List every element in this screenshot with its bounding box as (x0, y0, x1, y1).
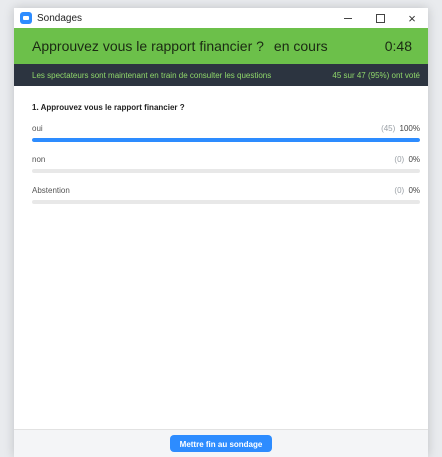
result-bar-fill (32, 138, 420, 142)
answer-row-non: non (0) 0% (32, 155, 420, 173)
answer-stats: (0) 0% (394, 186, 420, 195)
answer-percent: 100% (399, 124, 420, 133)
answer-row-oui: oui (45) 100% (32, 124, 420, 142)
answer-label: oui (32, 124, 43, 133)
answer-stats: (0) 0% (394, 155, 420, 164)
close-button[interactable]: × (396, 8, 428, 28)
title-bar: Sondages × (14, 8, 428, 28)
answer-percent: 0% (408, 186, 420, 195)
answer-percent: 0% (408, 155, 420, 164)
result-bar-track (32, 200, 420, 204)
answer-count: (0) (394, 155, 405, 164)
poll-results: 1. Approuvez vous le rapport financier ?… (14, 103, 428, 204)
minimize-icon (344, 17, 352, 19)
maximize-icon (375, 13, 385, 23)
answer-label: non (32, 155, 46, 164)
answer-stats: (45) 100% (381, 124, 420, 133)
vote-count-text: 45 sur 47 (95%) ont voté (332, 70, 420, 80)
close-icon: × (408, 10, 416, 26)
viewer-status-text: Les spectateurs sont maintenant en train… (32, 70, 272, 80)
result-bar-track (32, 138, 420, 142)
maximize-button[interactable] (364, 8, 396, 28)
answer-count: (0) (394, 186, 405, 195)
end-poll-button[interactable]: Mettre fin au sondage (169, 435, 273, 452)
window-controls: × (332, 8, 428, 28)
poll-question-title: Approuvez vous le rapport financier ? (32, 38, 264, 54)
answer-row-abstention: Abstention (0) 0% (32, 186, 420, 204)
polls-window: Sondages × Approuvez vous le rapport fin… (14, 8, 428, 457)
poll-status: en cours (273, 38, 328, 54)
zoom-app-icon (20, 12, 32, 24)
result-bar-track (32, 169, 420, 173)
poll-header: Approuvez vous le rapport financier ? en… (14, 28, 428, 64)
answer-label: Abstention (32, 186, 70, 195)
minimize-button[interactable] (332, 8, 364, 28)
window-title: Sondages (37, 12, 83, 24)
poll-info-bar: Les spectateurs sont maintenant en train… (14, 64, 428, 86)
poll-timer: 0:48 (384, 38, 412, 54)
poll-footer: Mettre fin au sondage (14, 429, 428, 457)
answer-count: (45) (381, 124, 396, 133)
question-heading: 1. Approuvez vous le rapport financier ? (32, 103, 185, 112)
